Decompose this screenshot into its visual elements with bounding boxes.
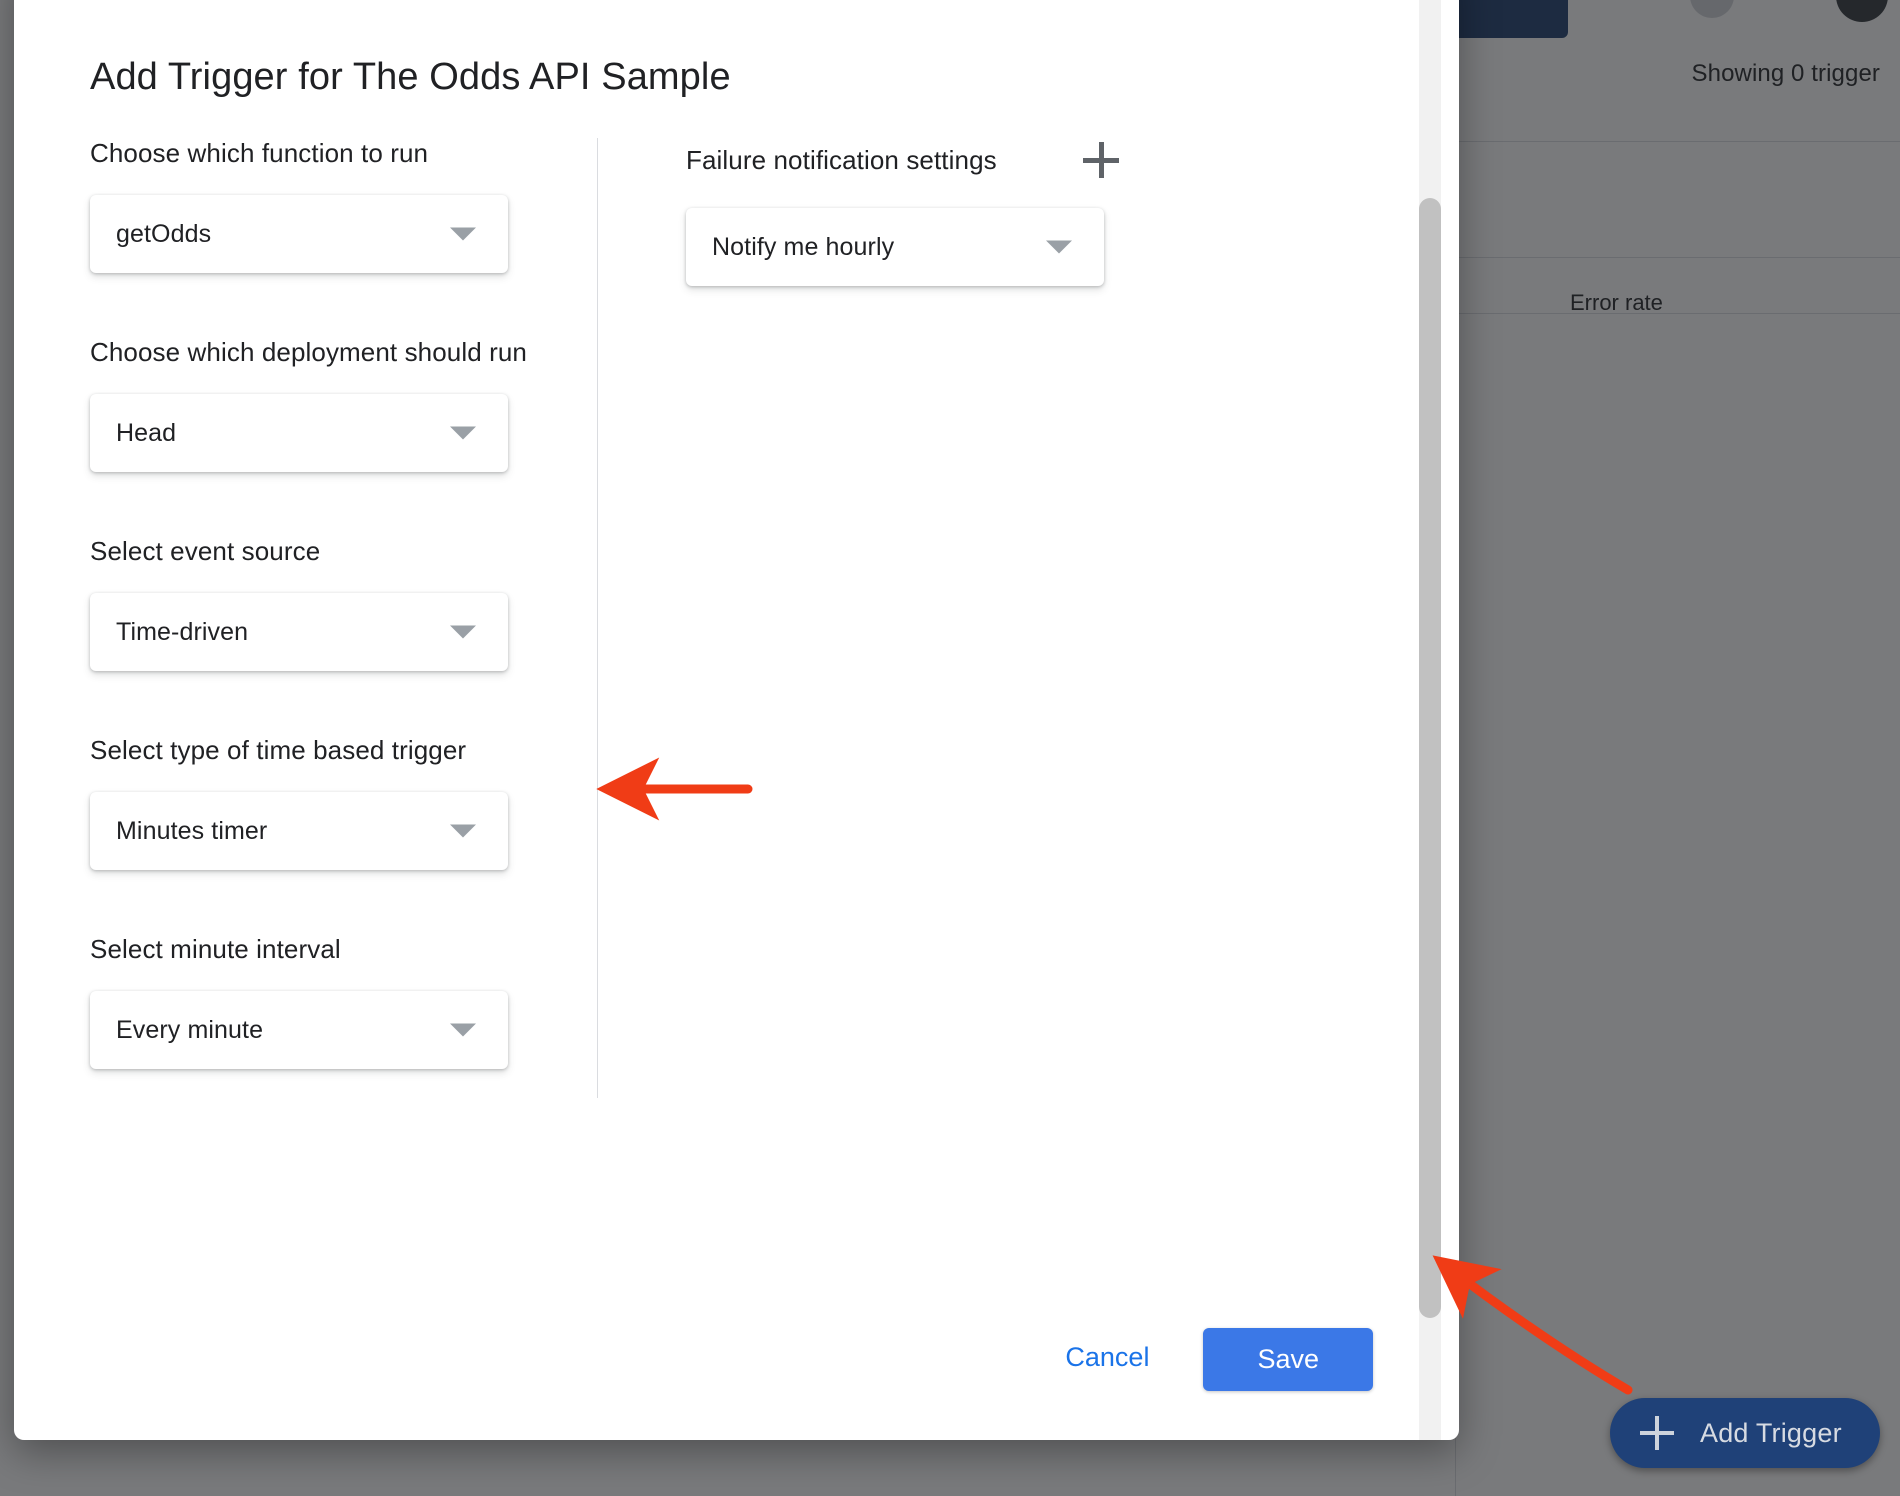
failure-notification-label: Failure notification settings [686,144,997,175]
dialog-scrollbar-thumb[interactable] [1419,198,1441,1318]
screen: Showing 0 trigger Error rate Add Trigger… [0,0,1900,1496]
field-trigger-type: Select type of time based trigger Minute… [90,735,560,870]
chevron-down-icon [450,625,476,639]
chevron-down-icon [450,426,476,440]
add-trigger-fab-label: Add Trigger [1700,1417,1842,1448]
field-deployment-label: Choose which deployment should run [90,337,527,367]
event-source-select[interactable]: Time-driven [90,593,508,671]
save-button[interactable]: Save [1203,1328,1373,1391]
cancel-button[interactable]: Cancel [1051,1328,1163,1387]
add-trigger-fab[interactable]: Add Trigger [1610,1398,1880,1468]
trigger-type-select[interactable]: Minutes timer [90,792,508,870]
field-event-source-label: Select event source [90,536,321,566]
trigger-type-select-value: Minutes timer [116,816,268,845]
deployment-select[interactable]: Head [90,394,508,472]
minute-interval-select-value: Every minute [116,1015,264,1044]
failure-notification-header: Failure notification settings [686,138,1119,182]
function-select-value: getOdds [116,219,212,248]
deployment-select-value: Head [116,418,177,447]
field-minute-interval-label: Select minute interval [90,934,341,964]
field-function-label: Choose which function to run [90,138,429,168]
field-trigger-type-label: Select type of time based trigger [90,735,467,765]
chevron-down-icon [450,824,476,838]
notification-frequency-select[interactable]: Notify me hourly [686,208,1104,286]
chevron-down-icon [450,227,476,241]
chevron-down-icon [450,1023,476,1037]
chevron-down-icon [1046,240,1072,254]
dialog-right-column: Failure notification settings Notify me … [686,138,1119,286]
add-notification-plus-icon[interactable] [1079,138,1123,182]
field-minute-interval: Select minute interval Every minute [90,934,560,1069]
field-function: Choose which function to run getOdds [90,138,560,273]
notification-frequency-value: Notify me hourly [712,232,895,261]
dialog-column-divider [597,138,598,1098]
field-event-source: Select event source Time-driven [90,536,560,671]
function-select[interactable]: getOdds [90,195,508,273]
field-deployment: Choose which deployment should run Head [90,337,560,472]
minute-interval-select[interactable]: Every minute [90,991,508,1069]
dialog-title: Add Trigger for The Odds API Sample [90,56,731,98]
add-trigger-dialog: Add Trigger for The Odds API Sample Choo… [14,0,1459,1440]
plus-icon [1640,1416,1674,1450]
event-source-select-value: Time-driven [116,617,249,646]
dialog-actions: Cancel Save [14,1328,1459,1440]
dialog-left-column: Choose which function to run getOdds Cho… [90,138,560,1089]
